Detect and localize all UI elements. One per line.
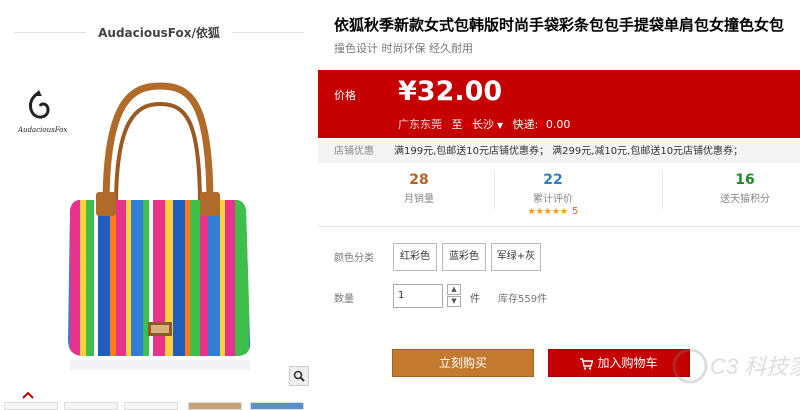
stat-label: 月销量 [404,194,434,205]
main-product-image[interactable] [10,60,310,390]
shop-header: AudaciousFox/依狐 [14,22,305,42]
star-icons: ★★★★★ [527,207,568,217]
quantity-decrease[interactable]: ▼ [447,296,461,307]
color-option-blue[interactable]: 蓝彩色 [442,243,486,271]
thumbnail[interactable] [250,402,304,410]
thumbnail[interactable] [124,402,178,410]
promo-label: 店铺优惠 [334,146,374,157]
color-label: 颜色分类 [334,253,374,264]
price-panel: 价格 ¥32.00 广东东莞 至 长沙 ▼ 快递: 0.00 [318,70,800,138]
caret-down-icon[interactable]: ▼ [497,121,503,130]
stock-count: 库存559件 [498,294,548,305]
price-label: 价格 [334,89,356,102]
stat-reviews[interactable]: 22 累计评价 ★★★★★ 5 [478,168,628,220]
thumbnail[interactable] [64,402,118,410]
stat-value: 28 [409,172,429,188]
buy-now-button[interactable]: 立刻购买 [392,349,534,377]
watermark-logo-icon: C3 科技家 [672,348,800,384]
stat-label: 累计评价 [533,194,573,205]
ship-to-word: 至 [451,118,463,131]
product-details: 依狐秋季新款女式包韩版时尚手袋彩条包包手提袋单肩包女撞色女包 撞色设计 时尚环保… [318,0,800,410]
stat-monthly-sales: 28 月销量 [344,168,494,220]
quantity-input[interactable]: 1 [393,284,443,308]
shipping-fee: 0.00 [545,118,571,131]
add-to-cart-button[interactable]: 加入购物车 [548,349,690,377]
divider [318,226,800,227]
store-promotion: 店铺优惠 满199元,包邮送10元店铺优惠券； 满299元,减10元,包邮送10… [318,141,800,163]
price-value: ¥32.00 [398,76,503,107]
zoom-button[interactable] [289,366,309,386]
magnifier-icon [293,370,305,382]
thumbnail[interactable] [188,402,242,410]
destination-select[interactable]: 长沙 [472,118,494,131]
ship-from: 广东东莞 [398,118,442,131]
shipping-fee-label: 快递: [512,118,539,131]
product-subtitle: 撞色设计 时尚环保 经久耐用 [334,42,473,55]
divider [14,31,87,33]
quantity-label: 数量 [334,294,354,305]
divider [662,172,663,210]
promo-text: 满199元,包邮送10元店铺优惠券； 满299元,减10元,包邮送10元店铺优惠… [394,146,744,157]
rating-stars: ★★★★★ 5 [478,206,628,217]
divider [231,31,305,33]
striped-handbag-image [68,82,251,370]
stat-label: 送天猫积分 [720,194,770,205]
thumbnail-scroll-up[interactable] [20,389,36,401]
site-watermark: C3 科技家 [672,340,800,390]
chevron-up-icon [22,391,34,399]
thumbnail-strip [0,402,318,410]
stat-points: 16 送天猫积分 [670,168,800,220]
product-gallery: AudaciousFox/依狐 AudaciousFox [0,0,318,410]
cart-icon [580,357,594,370]
quantity-unit: 件 [470,294,480,305]
rating-score: 5 [571,206,579,217]
quantity-increase[interactable]: ▲ [447,284,461,295]
color-option-green-gray[interactable]: 军绿+灰 [491,243,541,271]
shop-name[interactable]: AudaciousFox/依狐 [86,24,232,41]
thumbnail[interactable] [4,402,58,410]
stat-value: 16 [735,172,755,188]
color-option-red[interactable]: 红彩色 [393,243,437,271]
stats-bar: 28 月销量 22 累计评价 ★★★★★ 5 16 送天猫积分 [318,168,800,220]
svg-text:C3 科技家: C3 科技家 [710,354,800,379]
product-title: 依狐秋季新款女式包韩版时尚手袋彩条包包手提袋单肩包女撞色女包 [334,16,785,34]
shipping-row: 广东东莞 至 长沙 ▼ 快递: 0.00 [398,116,570,132]
stat-value: 22 [543,172,563,188]
add-to-cart-label: 加入购物车 [597,356,658,370]
product-page: AudaciousFox/依狐 AudaciousFox 依狐秋季新款女式包韩版… [0,0,800,410]
